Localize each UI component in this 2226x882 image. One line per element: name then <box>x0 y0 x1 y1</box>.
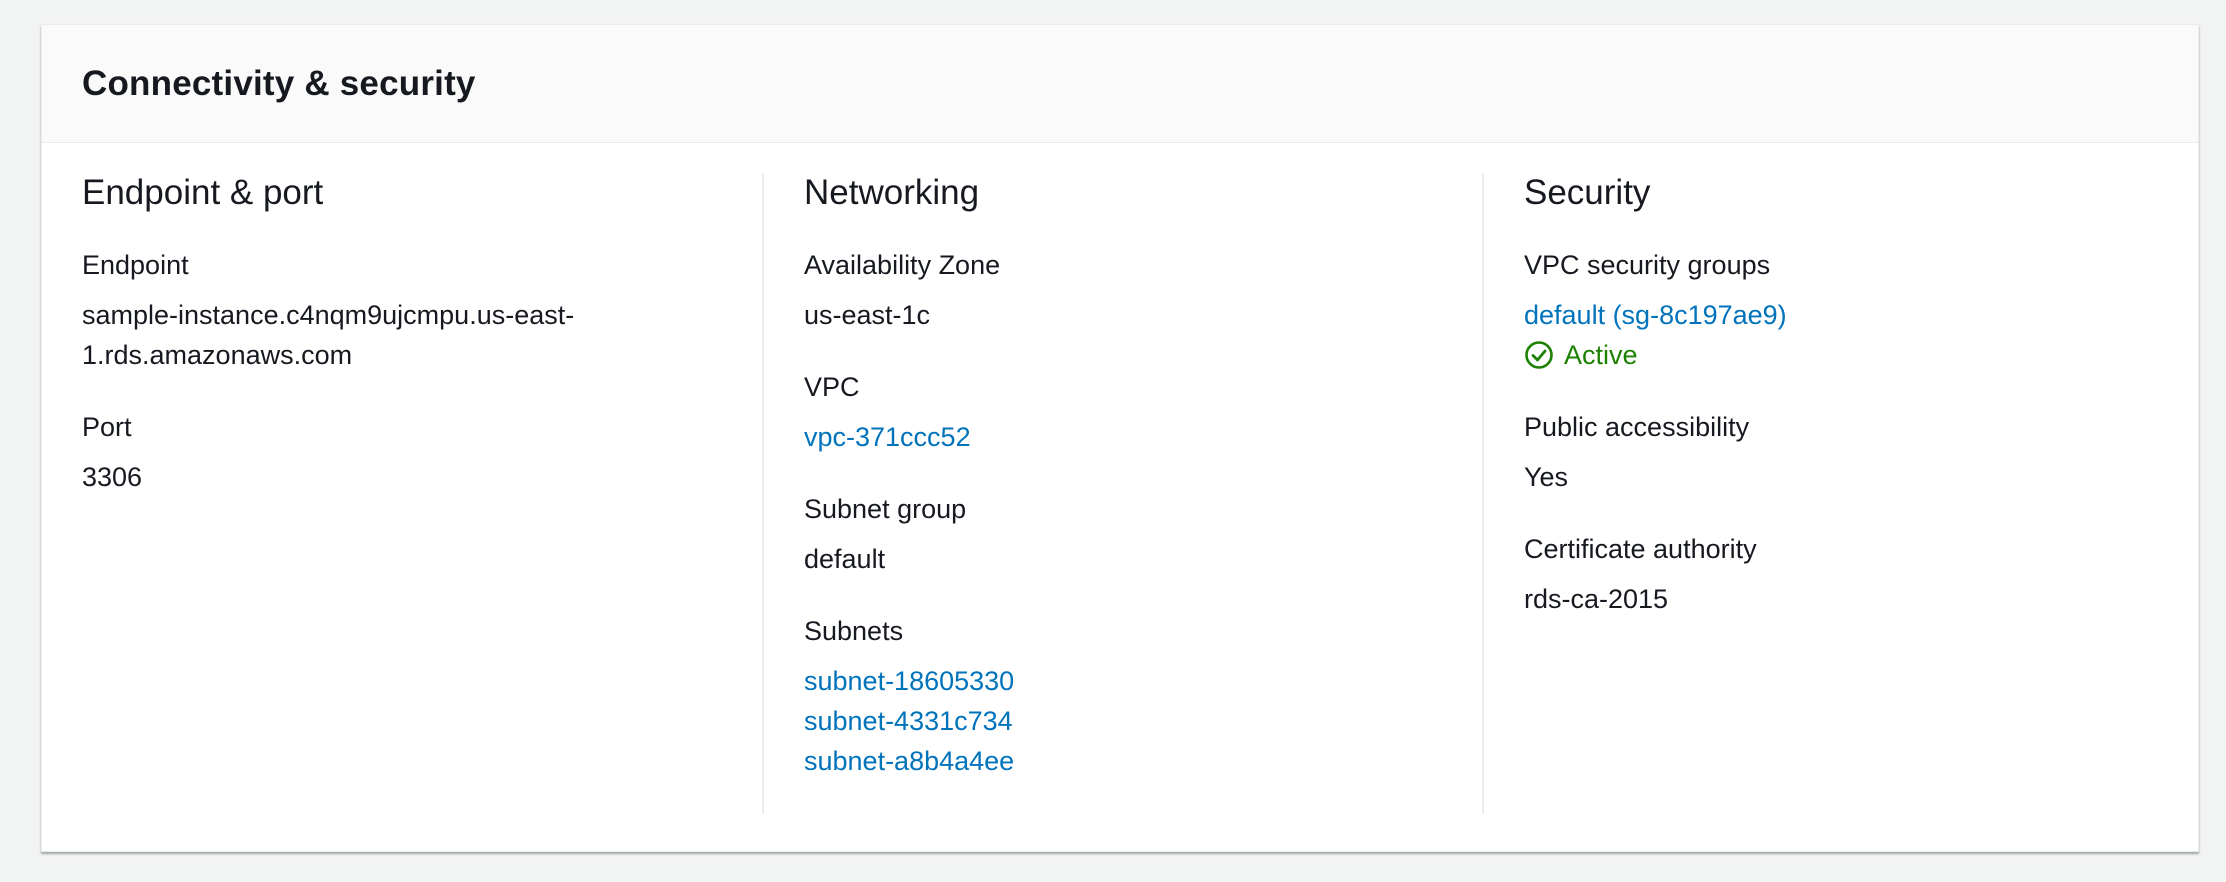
public-accessibility-label: Public accessibility <box>1524 412 1750 442</box>
subnet-link[interactable]: subnet-4331c734 <box>804 701 1482 741</box>
panel-body: Endpoint & port Endpoint sample-instance… <box>42 143 2198 852</box>
vpc-field: VPC vpc-371ccc52 <box>804 367 1482 457</box>
endpoint-port-column: Endpoint & port Endpoint sample-instance… <box>82 173 762 814</box>
check-circle-icon <box>1525 341 1553 369</box>
subnet-link[interactable]: subnet-a8b4a4ee <box>804 741 1482 781</box>
connectivity-security-panel: Connectivity & security Endpoint & port … <box>41 24 2199 852</box>
security-group-status: Active <box>1524 335 2162 375</box>
availability-zone-value: us-east-1c <box>804 300 931 330</box>
port-value: 3306 <box>82 462 143 492</box>
certificate-authority-field: Certificate authority rds-ca-2015 <box>1524 529 2162 619</box>
endpoint-value-line-1: sample-instance.c4nqm9ujcmpu.us-east- <box>82 300 575 330</box>
vpc-link[interactable]: vpc-371ccc52 <box>804 417 1482 457</box>
port-label: Port <box>82 412 132 442</box>
certificate-authority-label: Certificate authority <box>1524 534 1757 564</box>
security-column: Security VPC security groups default (sg… <box>1482 173 2162 814</box>
subnet-group-field: Subnet group default <box>804 489 1482 579</box>
public-accessibility-value: Yes <box>1524 462 1569 492</box>
vpc-security-groups-field: VPC security groups default (sg-8c197ae9… <box>1524 245 2162 375</box>
subnets-label: Subnets <box>804 616 904 646</box>
subnets-list: subnet-18605330 subnet-4331c734 subnet-a… <box>804 661 1482 781</box>
endpoint-value: sample-instance.c4nqm9ujcmpu.us-east- 1.… <box>82 295 762 375</box>
availability-zone-field: Availability Zone us-east-1c <box>804 245 1482 335</box>
subnets-field: Subnets subnet-18605330 subnet-4331c734 … <box>804 611 1482 781</box>
port-field: Port 3306 <box>82 407 762 497</box>
certificate-authority-value: rds-ca-2015 <box>1524 584 1669 614</box>
security-heading: Security <box>1524 173 1651 212</box>
vpc-security-groups-value: default (sg-8c197ae9) Active <box>1524 295 2162 375</box>
public-accessibility-field: Public accessibility Yes <box>1524 407 2162 497</box>
panel-title: Connectivity & security <box>82 63 476 103</box>
subnet-link[interactable]: subnet-18605330 <box>804 661 1482 701</box>
endpoint-value-line-2: 1.rds.amazonaws.com <box>82 340 353 370</box>
vpc-value-wrap: vpc-371ccc52 <box>804 417 1482 457</box>
panel-header: Connectivity & security <box>42 25 2198 143</box>
security-group-status-text: Active <box>1564 340 1638 370</box>
endpoint-field: Endpoint sample-instance.c4nqm9ujcmpu.us… <box>82 245 762 375</box>
vpc-security-groups-label: VPC security groups <box>1524 250 1771 280</box>
subnet-group-label: Subnet group <box>804 494 967 524</box>
endpoint-label: Endpoint <box>82 250 189 280</box>
networking-heading: Networking <box>804 173 980 212</box>
availability-zone-label: Availability Zone <box>804 250 1001 280</box>
endpoint-port-heading: Endpoint & port <box>82 173 324 212</box>
networking-column: Networking Availability Zone us-east-1c … <box>762 173 1482 814</box>
vpc-label: VPC <box>804 372 860 402</box>
subnet-group-value: default <box>804 544 886 574</box>
security-group-link[interactable]: default (sg-8c197ae9) <box>1524 295 2162 335</box>
